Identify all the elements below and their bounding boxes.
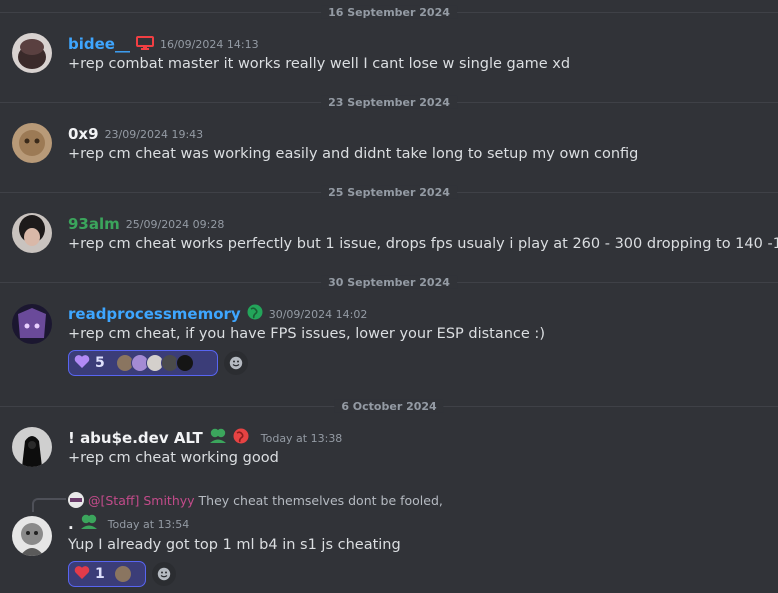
- reactor-avatars: [113, 565, 132, 583]
- message-header: ! abu$e.dev ALT Today at 13:38: [68, 428, 342, 448]
- reply-connector: [32, 498, 66, 512]
- reply-avatar: [68, 492, 84, 508]
- reactor-avatars: [115, 354, 194, 372]
- date-divider-label: 30 September 2024: [321, 275, 457, 289]
- reply-author[interactable]: @[Staff] Smithyy: [88, 493, 195, 508]
- reaction-purple-heart[interactable]: 5: [68, 350, 218, 376]
- green-badge-icon: [80, 514, 98, 534]
- username[interactable]: bidee__: [68, 35, 130, 53]
- reply-preview[interactable]: @[Staff] Smithyy They cheat themselves d…: [68, 492, 443, 508]
- username[interactable]: 93alm: [68, 215, 120, 233]
- red-heart-icon: [74, 565, 90, 584]
- date-divider: 30 September 2024: [0, 275, 778, 289]
- message-header: . Today at 13:54: [68, 514, 189, 534]
- date-divider: 25 September 2024: [0, 185, 778, 199]
- message-header: readprocessmemory 30/09/2024 14:02: [68, 304, 367, 324]
- message-text: +rep cm cheat working good: [68, 450, 279, 466]
- globe-icon: [247, 304, 263, 324]
- message-text: +rep cm cheat works perfectly but 1 issu…: [68, 236, 778, 252]
- avatar[interactable]: [12, 516, 52, 556]
- message-text: +rep cm cheat was working easily and did…: [68, 146, 639, 162]
- date-divider-label: 25 September 2024: [321, 185, 457, 199]
- timestamp: Today at 13:38: [260, 431, 343, 445]
- message-text: +rep cm cheat, if you have FPS issues, l…: [68, 326, 545, 342]
- purple-heart-icon: [74, 354, 90, 373]
- avatar[interactable]: [12, 33, 52, 73]
- timestamp: Today at 13:54: [107, 517, 190, 531]
- globe-icon: [233, 428, 249, 448]
- date-divider-label: 6 October 2024: [334, 399, 444, 413]
- timestamp: 30/09/2024 14:02: [268, 307, 368, 321]
- reply-text: They cheat themselves dont be fooled,: [198, 492, 443, 508]
- green-badge-icon: [209, 428, 227, 448]
- message-text: +rep combat master it works really well …: [68, 56, 571, 72]
- avatar[interactable]: [12, 213, 52, 253]
- date-divider-label: 16 September 2024: [321, 5, 457, 19]
- date-divider: 16 September 2024: [0, 5, 778, 19]
- message-text: Yup I already got top 1 ml b4 in s1 js c…: [68, 537, 401, 553]
- timestamp: 16/09/2024 14:13: [159, 37, 259, 51]
- reaction-red-heart[interactable]: 1: [68, 561, 146, 587]
- avatar[interactable]: [12, 427, 52, 467]
- message-header: bidee__ 16/09/2024 14:13: [68, 34, 259, 54]
- message-header: 0x9 23/09/2024 19:43: [68, 124, 203, 144]
- reaction-count: 5: [95, 355, 105, 371]
- date-divider-label: 23 September 2024: [321, 95, 457, 109]
- date-divider: 6 October 2024: [0, 399, 778, 413]
- avatar[interactable]: [12, 123, 52, 163]
- reactor-avatar: [175, 354, 194, 372]
- reaction-count: 1: [95, 566, 105, 582]
- reactor-avatar: [113, 565, 132, 583]
- date-divider: 23 September 2024: [0, 95, 778, 109]
- add-reaction-button[interactable]: [152, 562, 176, 586]
- avatar[interactable]: [12, 304, 52, 344]
- username[interactable]: readprocessmemory: [68, 305, 241, 323]
- username[interactable]: 0x9: [68, 125, 99, 143]
- timestamp: 23/09/2024 19:43: [104, 127, 204, 141]
- message-header: 93alm 25/09/2024 09:28: [68, 214, 224, 234]
- add-reaction-button[interactable]: [224, 351, 248, 375]
- timestamp: 25/09/2024 09:28: [125, 217, 225, 231]
- username[interactable]: ! abu$e.dev ALT: [68, 429, 203, 447]
- username[interactable]: .: [68, 515, 74, 533]
- desktop-icon: [135, 35, 154, 54]
